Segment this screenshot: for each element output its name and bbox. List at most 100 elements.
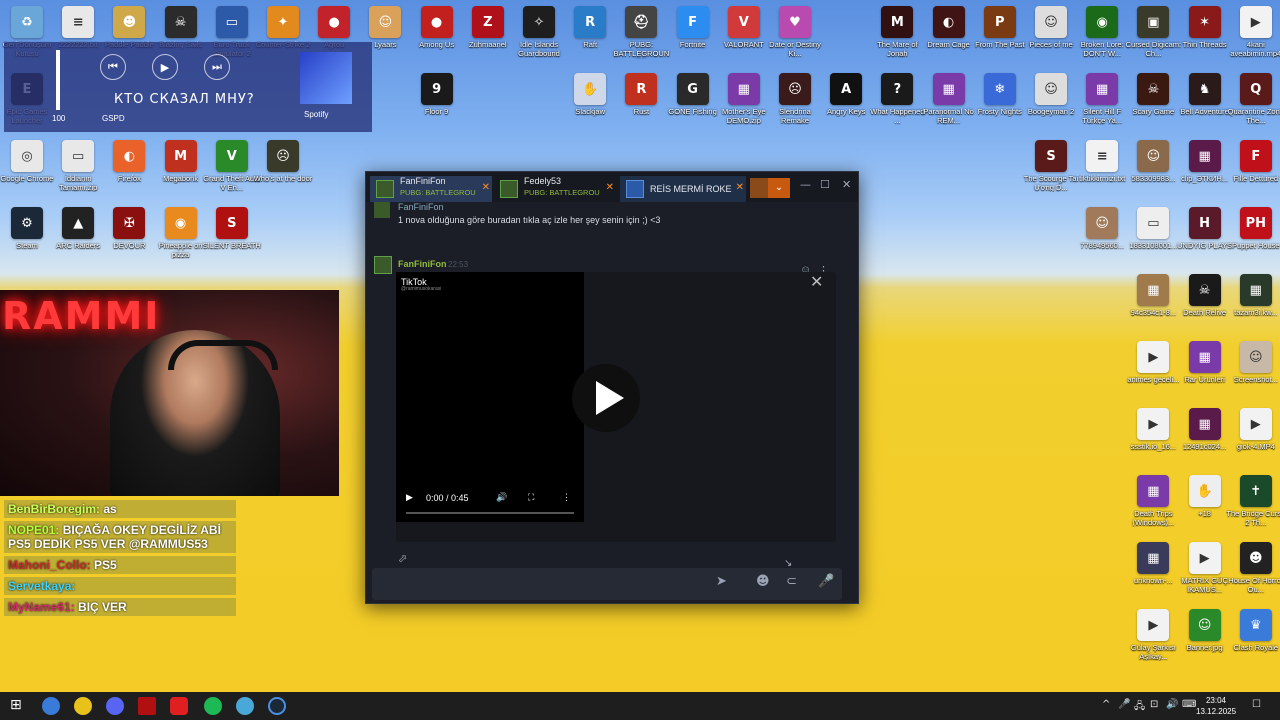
video-volume-icon[interactable]: 🔊 xyxy=(496,492,507,503)
attach-icon[interactable]: ⊂ xyxy=(786,574,797,589)
desktop-icon[interactable]: ✠ DEVOUR xyxy=(102,207,156,273)
desktop-icon[interactable]: ☹ Who's at the door xyxy=(254,140,312,206)
desktop-icon[interactable]: F Fille Dettured xyxy=(1229,140,1280,206)
tray-icon[interactable]: 🔊 xyxy=(1166,699,1178,710)
desktop-icon[interactable]: 9 Floor 9 xyxy=(410,73,464,139)
desktop-icon[interactable]: ▶ animes geceli... xyxy=(1126,341,1180,407)
desktop-icon[interactable]: ♞ Bell Adventure xyxy=(1178,73,1232,139)
desktop-icon[interactable]: ✶ Thin Threads xyxy=(1178,6,1232,72)
start-button[interactable]: ⊞ xyxy=(10,697,22,713)
desktop-icon[interactable]: ✧ Idle Islands Guardbound xyxy=(512,6,566,72)
video-player[interactable]: TikTok @ramimusokarasi ▶ 0:00 / 0:45 🔊 ⛶… xyxy=(396,272,584,522)
desktop-icon[interactable]: ▶ MATRIX GÜÇ İKAMUS... xyxy=(1178,542,1232,608)
desktop-icon[interactable]: S SILENT BREATH xyxy=(203,207,261,273)
desktop-icon[interactable]: ✋ +18 xyxy=(1178,475,1232,541)
desktop-icon[interactable]: ● Among Us xyxy=(410,6,464,72)
clock[interactable]: 23:04 13.12.2025 xyxy=(1196,695,1236,717)
desktop-icon[interactable]: ▦ clip_ЭТКИН... xyxy=(1178,140,1232,206)
desktop-icon[interactable]: H UNDYIG PLAYS xyxy=(1177,207,1232,273)
desktop-icon[interactable]: ⚙ Steam xyxy=(0,207,54,273)
fullscreen-icon[interactable]: ⛶ xyxy=(528,492,534,503)
desktop-icon[interactable]: ≡ tiktikkirmizi.txt xyxy=(1075,140,1129,206)
desktop-icon[interactable]: PH Puppet House xyxy=(1229,207,1280,273)
tray-icon[interactable]: 🎤 xyxy=(1118,699,1130,710)
close-window-button[interactable]: ✕ xyxy=(842,178,851,191)
tray-icon[interactable]: ⊡ xyxy=(1150,699,1158,710)
desktop-icon[interactable]: ◎ Google Chrome xyxy=(0,140,54,206)
desktop-icon[interactable]: ☺ Banner.jpg xyxy=(1178,609,1232,675)
desktop-icon[interactable]: ▶ Gülay Şarkısı Aşİkay... xyxy=(1126,609,1180,675)
desktop-icon[interactable]: ☺ Screenshot... xyxy=(1229,341,1280,407)
video-more-icon[interactable]: ⋮ xyxy=(562,492,571,503)
desktop-icon[interactable]: F Fortnite xyxy=(666,6,720,72)
discord-icon[interactable] xyxy=(106,697,124,715)
tab-fedely53[interactable]: Fedely53 PUBG: BATTLEGROU ✕ xyxy=(494,176,616,202)
desktop-icon[interactable]: ☠ Death Relive xyxy=(1178,274,1232,340)
desktop-icon[interactable]: ▦ Paranormal No REM... xyxy=(922,73,976,139)
desktop-icon[interactable]: ☺ 583309983... xyxy=(1126,140,1180,206)
desktop-icon[interactable]: ▦ 94c354c1-8... xyxy=(1126,274,1180,340)
close-tab-icon[interactable]: ✕ xyxy=(736,182,744,193)
tray-icon[interactable]: ^ xyxy=(1102,699,1110,710)
desktop-icon[interactable]: ☺ Pieces of me xyxy=(1024,6,1078,72)
youtube-icon[interactable] xyxy=(170,697,188,715)
desktop-icon[interactable]: ◉ Pineapple on pizza xyxy=(154,207,208,273)
desktop-icon[interactable]: M The Mare of Jonah xyxy=(870,6,924,72)
desktop-icon[interactable]: ☺ 778949560... xyxy=(1075,207,1129,273)
tab-fanfinifon[interactable]: FanFiniFon PUBG: BATTLEGROU ✕ xyxy=(370,176,492,202)
maximize-button[interactable]: ☐ xyxy=(820,178,830,191)
notification-icon[interactable]: ☐ xyxy=(1252,699,1261,710)
desktop-icon[interactable]: ▦ Mother's Eye DEMO.zip xyxy=(717,73,771,139)
close-tab-icon[interactable]: ✕ xyxy=(482,182,490,193)
desktop-icon[interactable]: Q Quarantine Zone The... xyxy=(1228,73,1280,139)
desktop-icon[interactable]: ▶ giok-4.MP4 xyxy=(1229,408,1280,474)
desktop-icon[interactable]: ▦ tazam3i.kw... xyxy=(1229,274,1280,340)
desktop-icon[interactable]: ▣ Cursed Digicam: Ch... xyxy=(1126,6,1181,72)
tab-dropdown-icon[interactable]: ⌄ xyxy=(768,178,790,198)
spotify-icon[interactable] xyxy=(204,697,222,715)
desktop-icon[interactable]: ▦ Silent Hill F Türkçe Ya... xyxy=(1075,73,1129,139)
tray-icon[interactable]: 🖧 xyxy=(1134,699,1145,716)
desktop-icon[interactable]: G GONE Fishing xyxy=(666,73,720,139)
desktop-icon[interactable]: ▦ 12491c024... xyxy=(1178,408,1232,474)
minimize-button[interactable]: — xyxy=(800,178,811,191)
desktop-icon[interactable]: R Rust xyxy=(614,73,668,139)
desktop-icon[interactable]: M Megabonk xyxy=(154,140,208,206)
chrome-icon[interactable] xyxy=(74,697,92,715)
desktop-icon[interactable]: ✋ Slackjaw xyxy=(563,73,617,139)
desktop-icon[interactable]: R Raft xyxy=(563,6,617,72)
tray-icon[interactable]: ⌨ xyxy=(1182,699,1196,710)
desktop-icon[interactable]: V Grand Theft Auto V En... xyxy=(203,140,260,206)
desktop-icon[interactable]: ▶ ssstik.io_16... xyxy=(1126,408,1180,474)
desktop-icon[interactable]: ▲ ARC Raiders xyxy=(51,207,105,273)
desktop-icon[interactable]: ▦ unknown-... xyxy=(1126,542,1180,608)
desktop-icon[interactable]: ◉ Broken Lore: DON'T W... xyxy=(1075,6,1129,72)
desktop-icon[interactable]: ? What Happened ... xyxy=(870,73,924,139)
overflow-tab[interactable] xyxy=(750,178,768,198)
desktop-icon[interactable]: ❄ Frosty Nights xyxy=(973,73,1027,139)
desktop-icon[interactable]: P From The Past xyxy=(973,6,1027,72)
desktop-icon[interactable]: ▶ 4kani aveabimin.mp4 xyxy=(1229,6,1280,72)
desktop-icon[interactable]: ▭ İddianın Tamamı.zip xyxy=(51,140,105,206)
steam-icon[interactable] xyxy=(268,697,286,715)
emoji-button[interactable]: ☻ xyxy=(756,574,770,589)
video-progress[interactable] xyxy=(406,512,574,514)
desktop-icon[interactable]: ♥ Date or Destiny Ki... xyxy=(768,6,822,72)
desktop-icon[interactable]: V VALORANT xyxy=(717,6,771,72)
desktop-icon[interactable]: ▦ Rar Ürünleri xyxy=(1178,341,1232,407)
desktop-icon[interactable]: ✝ The Bridge Curse 2 Th... xyxy=(1226,475,1280,541)
message-input[interactable] xyxy=(378,572,698,596)
previous-track-button[interactable]: ⏮ xyxy=(100,54,126,80)
play-button[interactable]: ▶ xyxy=(152,54,178,80)
desktop-icon[interactable]: ▦ Death Trips (Windows)... xyxy=(1126,475,1180,541)
desktop-icon[interactable]: ▭ 1833108001... xyxy=(1126,207,1180,273)
voicemeeter-icon[interactable] xyxy=(138,697,156,715)
open-external-icon[interactable]: ⬀ xyxy=(398,552,407,565)
close-tab-icon[interactable]: ✕ xyxy=(606,182,614,193)
desktop-icon[interactable]: ☹ Slendrina Remake xyxy=(768,73,822,139)
desktop-icon[interactable]: ⛑PUBG: BATTLEGROUNDS xyxy=(614,6,669,72)
desktop-icon[interactable]: ♛ Clash Royale xyxy=(1229,609,1280,675)
desktop-icon[interactable]: ◐ Dream Cage xyxy=(922,6,976,72)
taskbar-app-icon[interactable] xyxy=(42,697,60,715)
desktop-icon[interactable]: ☻ House Of Horror Ou... xyxy=(1228,542,1280,608)
